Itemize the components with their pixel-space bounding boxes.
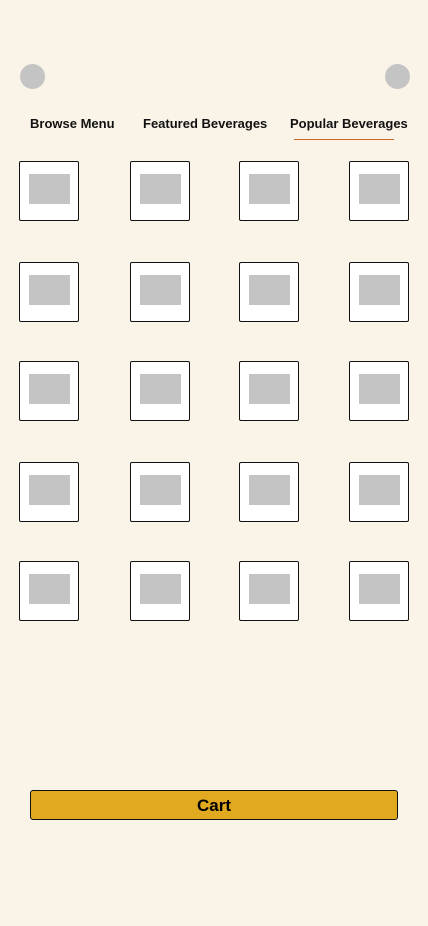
cart-button[interactable]: Cart: [30, 790, 398, 820]
beverage-tile[interactable]: [19, 361, 79, 421]
image-placeholder-icon: [359, 475, 400, 505]
beverage-tile[interactable]: [239, 262, 299, 322]
image-placeholder-icon: [29, 275, 70, 305]
image-placeholder-icon: [249, 374, 290, 404]
image-placeholder-icon: [249, 574, 290, 604]
beverage-grid: [19, 161, 409, 621]
beverage-tile[interactable]: [349, 462, 409, 522]
image-placeholder-icon: [140, 574, 181, 604]
tab-browse-menu[interactable]: Browse Menu: [30, 116, 115, 131]
beverage-tile[interactable]: [239, 161, 299, 221]
beverage-tile[interactable]: [130, 262, 190, 322]
beverage-tile[interactable]: [130, 561, 190, 621]
image-placeholder-icon: [29, 574, 70, 604]
image-placeholder-icon: [29, 174, 70, 204]
beverage-tile[interactable]: [19, 561, 79, 621]
tab-popular-beverages[interactable]: Popular Beverages: [290, 116, 408, 131]
beverage-tile[interactable]: [130, 161, 190, 221]
image-placeholder-icon: [359, 275, 400, 305]
image-placeholder-icon: [140, 475, 181, 505]
tab-featured-beverages[interactable]: Featured Beverages: [143, 116, 267, 131]
beverage-tile[interactable]: [19, 161, 79, 221]
beverage-tile[interactable]: [239, 361, 299, 421]
image-placeholder-icon: [359, 574, 400, 604]
header-left-button[interactable]: [20, 64, 45, 89]
image-placeholder-icon: [359, 174, 400, 204]
header-right-button[interactable]: [385, 64, 410, 89]
image-placeholder-icon: [140, 174, 181, 204]
beverage-tile[interactable]: [19, 462, 79, 522]
beverage-tile[interactable]: [130, 361, 190, 421]
image-placeholder-icon: [140, 275, 181, 305]
image-placeholder-icon: [29, 374, 70, 404]
image-placeholder-icon: [249, 275, 290, 305]
beverage-tile[interactable]: [19, 262, 79, 322]
beverage-tile[interactable]: [349, 561, 409, 621]
beverage-tile[interactable]: [130, 462, 190, 522]
beverage-tile[interactable]: [349, 161, 409, 221]
active-tab-indicator: [294, 139, 394, 140]
beverage-tile[interactable]: [349, 361, 409, 421]
image-placeholder-icon: [140, 374, 181, 404]
image-placeholder-icon: [359, 374, 400, 404]
beverage-tile[interactable]: [349, 262, 409, 322]
image-placeholder-icon: [249, 475, 290, 505]
beverage-tile[interactable]: [239, 462, 299, 522]
beverage-tile[interactable]: [239, 561, 299, 621]
image-placeholder-icon: [29, 475, 70, 505]
image-placeholder-icon: [249, 174, 290, 204]
